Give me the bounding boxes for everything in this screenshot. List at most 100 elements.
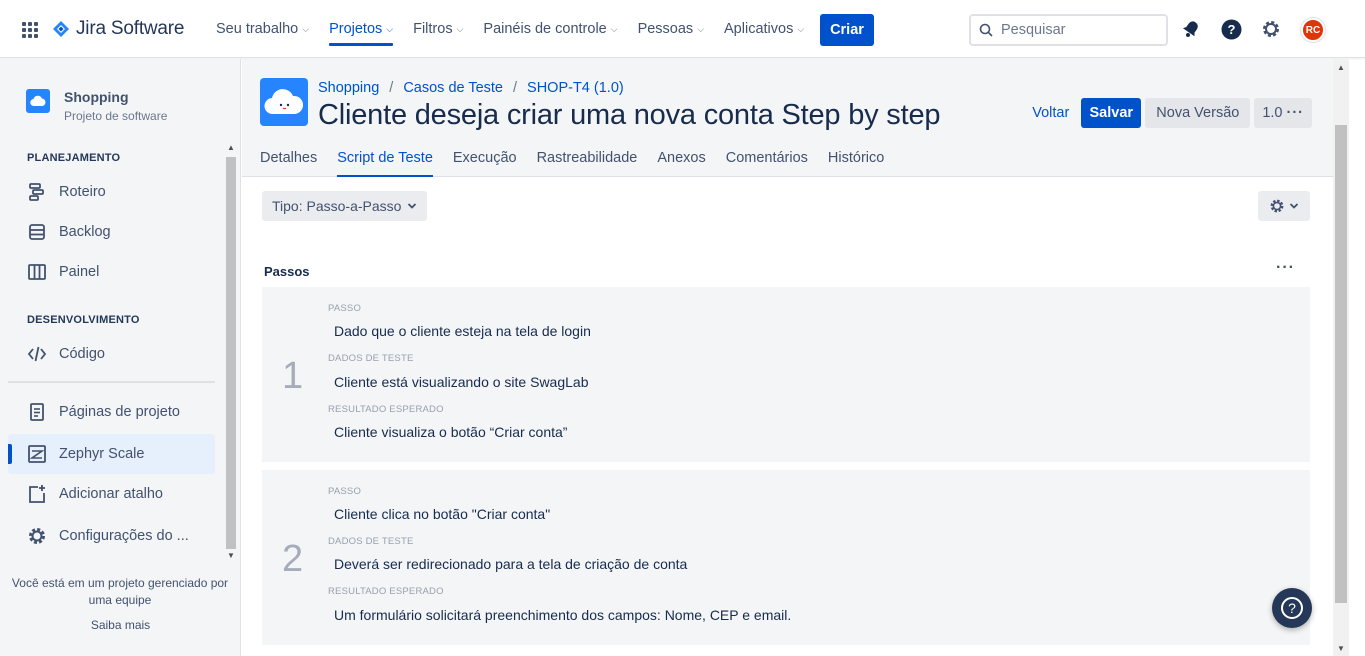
sidebar-item-label: Roteiro: [59, 184, 106, 200]
chevron-down-icon: ⌵: [797, 23, 805, 34]
nav-label: Painéis de controle: [483, 21, 607, 37]
learn-more-link[interactable]: Saiba mais: [0, 618, 241, 632]
page-scrollbar[interactable]: ▲ ▼: [1333, 59, 1349, 656]
save-button[interactable]: Salvar: [1081, 98, 1142, 128]
nav-label: Pessoas: [637, 21, 694, 37]
scrollbar-thumb[interactable]: [1335, 125, 1347, 603]
tab-comentarios[interactable]: Comentários: [726, 150, 808, 177]
sidebar-item-label: Zephyr Scale: [59, 446, 145, 462]
sidebar-item-add-shortcut[interactable]: Adicionar atalho: [8, 474, 215, 514]
logo-text: Jira Software: [76, 18, 185, 39]
user-avatar[interactable]: RC: [1301, 18, 1325, 42]
page-icon: [30, 403, 44, 421]
cloud-project-icon: [26, 89, 50, 113]
tab-bar: Detalhes Script de Teste Execução Rastre…: [260, 150, 884, 177]
create-button[interactable]: Criar: [820, 14, 874, 46]
sidebar-item-paginas[interactable]: Páginas de projeto: [8, 392, 215, 432]
settings-gear-icon[interactable]: [1260, 18, 1282, 40]
nav-projetos[interactable]: Projetos ⌵: [319, 0, 403, 58]
sidebar-divider: [8, 381, 215, 383]
step-card[interactable]: 2 PASSO Cliente clica no botão "Criar co…: [262, 470, 1310, 645]
chevron-down-icon: ⌵: [456, 23, 464, 34]
nav-seu-trabalho[interactable]: Seu trabalho ⌵: [206, 0, 319, 58]
more-icon: ···: [1286, 105, 1304, 121]
scrollbar-thumb[interactable]: [226, 157, 236, 549]
svg-text:?: ?: [1227, 22, 1235, 37]
search-input[interactable]: [1001, 22, 1151, 38]
nav-pessoas[interactable]: Pessoas ⌵: [628, 0, 714, 58]
question-icon: ?: [1281, 597, 1303, 619]
step-test-data[interactable]: Deverá ser redirecionado para a tela de …: [334, 556, 687, 572]
nav-label: Aplicativos: [724, 21, 794, 37]
main-nav: Seu trabalho ⌵ Projetos ⌵ Filtros ⌵ Painéis…: [206, 0, 814, 58]
breadcrumb-shopping[interactable]: Shopping: [318, 80, 379, 96]
test-data-label: DADOS DE TESTE: [328, 536, 414, 547]
tab-execucao[interactable]: Execução: [453, 150, 517, 177]
sidebar-item-label: Código: [59, 346, 105, 362]
step-description[interactable]: Dado que o cliente esteja na tela de log…: [334, 323, 591, 339]
breadcrumb-test-cases[interactable]: Casos de Teste: [403, 80, 503, 96]
expected-result-label: RESULTADO ESPERADO: [328, 404, 444, 415]
sidebar-item-label: Adicionar atalho: [59, 486, 163, 502]
section-planning: PLANEJAMENTO: [27, 152, 121, 164]
sidebar-item-zephyr-scale[interactable]: Zephyr Scale: [8, 434, 215, 474]
scroll-up-arrow-icon[interactable]: ▲: [1337, 63, 1345, 72]
back-button[interactable]: Voltar: [1024, 105, 1077, 121]
tab-detalhes[interactable]: Detalhes: [260, 150, 317, 177]
tab-rastreabilidade[interactable]: Rastreabilidade: [537, 150, 638, 177]
breadcrumb-test-key[interactable]: SHOP-T4 (1.0): [527, 80, 624, 96]
zephyr-icon: [28, 445, 46, 463]
sidebar-item-settings[interactable]: Configurações do ...: [8, 516, 215, 556]
sidebar-item-label: Páginas de projeto: [59, 404, 180, 420]
nav-label: Projetos: [329, 21, 383, 37]
chevron-down-icon: [1289, 203, 1299, 209]
sidebar-item-roteiro[interactable]: Roteiro: [8, 172, 215, 212]
chevron-down-icon: ⌵: [302, 23, 310, 34]
help-button[interactable]: ?: [1272, 588, 1312, 628]
tab-anexos[interactable]: Anexos: [657, 150, 705, 177]
nav-paineis[interactable]: Painéis de controle ⌵: [473, 0, 627, 58]
gear-icon: [29, 528, 45, 544]
tab-historico[interactable]: Histórico: [828, 150, 884, 177]
step-test-data[interactable]: Cliente está visualizando o site SwagLab: [334, 374, 589, 390]
svg-text:?: ?: [1288, 600, 1296, 616]
breadcrumb: Shopping / Casos de Teste / SHOP-T4 (1.0…: [318, 80, 624, 96]
step-number: 1: [282, 355, 304, 397]
sidebar-scrollbar[interactable]: ▲ ▼: [224, 141, 238, 563]
search-box[interactable]: [969, 14, 1168, 46]
jira-logo[interactable]: Jira Software: [52, 18, 184, 40]
sidebar-item-backlog[interactable]: Backlog: [8, 212, 215, 252]
nav-filtros[interactable]: Filtros ⌵: [403, 0, 473, 58]
scroll-up-arrow-icon[interactable]: ▲: [227, 143, 235, 152]
main-content: Shopping / Casos de Teste / SHOP-T4 (1.0…: [242, 59, 1333, 656]
search-icon: [979, 23, 993, 37]
notifications-icon[interactable]: [1180, 18, 1202, 40]
steps-heading: Passos: [264, 264, 310, 279]
step-expected-result[interactable]: Cliente visualiza o botão “Criar conta”: [334, 424, 567, 440]
project-type: Projeto de software: [64, 109, 168, 123]
chevron-down-icon: ⌵: [610, 23, 618, 34]
help-icon[interactable]: ?: [1220, 18, 1242, 40]
version-menu-button[interactable]: 1.0 ···: [1254, 98, 1312, 128]
nav-aplicativos[interactable]: Aplicativos ⌵: [714, 0, 814, 58]
step-card[interactable]: 1 PASSO Dado que o cliente esteja na tel…: [262, 287, 1310, 462]
tab-script-de-teste[interactable]: Script de Teste: [337, 150, 433, 177]
sidebar-item-codigo[interactable]: Código: [8, 334, 215, 374]
step-field-label: PASSO: [328, 303, 362, 314]
steps-more-icon[interactable]: ···: [1276, 259, 1295, 277]
nav-label: Seu trabalho: [216, 21, 299, 37]
script-settings-button[interactable]: [1258, 191, 1310, 221]
app-switcher-icon[interactable]: [22, 22, 38, 38]
scroll-down-arrow-icon[interactable]: ▼: [1337, 644, 1345, 653]
script-type-dropdown[interactable]: Tipo: Passo-a-Passo: [262, 191, 428, 221]
project-header[interactable]: Shopping Projeto de software: [26, 89, 167, 123]
new-version-button[interactable]: Nova Versão: [1145, 98, 1251, 128]
test-data-label: DADOS DE TESTE: [328, 353, 414, 364]
step-expected-result[interactable]: Um formulário solicitará preenchimento d…: [334, 607, 791, 623]
step-description[interactable]: Cliente clica no botão "Criar conta": [334, 506, 550, 522]
page-title: Cliente deseja criar uma nova conta Step…: [318, 99, 941, 131]
scroll-down-arrow-icon[interactable]: ▼: [227, 551, 235, 560]
sidebar-item-painel[interactable]: Painel: [8, 252, 215, 292]
breadcrumb-separator: /: [513, 80, 518, 96]
chevron-down-icon: [408, 203, 417, 209]
